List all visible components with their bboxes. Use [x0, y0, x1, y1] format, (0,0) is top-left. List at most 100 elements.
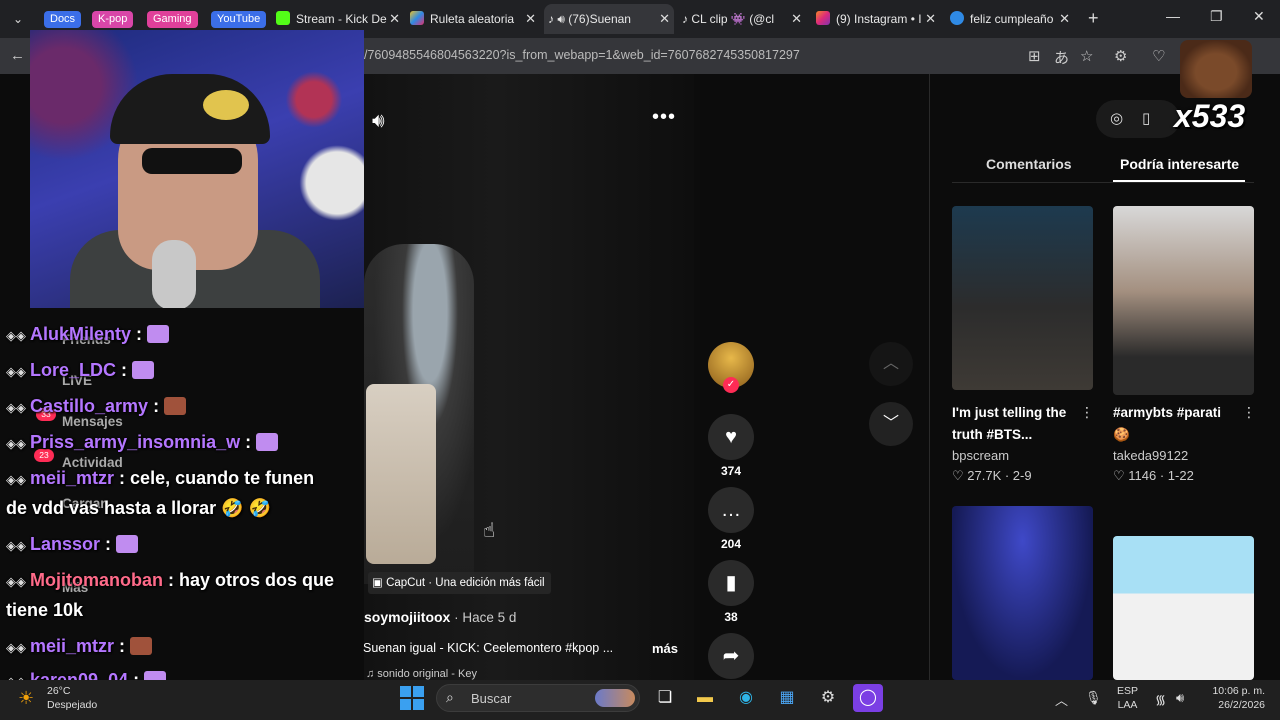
- like-heart-icon[interactable]: ♥: [708, 414, 754, 460]
- autoscroll-icon[interactable]: ◎: [1110, 109, 1123, 127]
- tab-group-docs[interactable]: Docs: [44, 11, 82, 28]
- chat-username[interactable]: Mojitomanoban: [30, 570, 163, 590]
- comment-icon[interactable]: …: [708, 487, 754, 533]
- url-field[interactable]: /7609485546804563220?is_from_webapp=1&we…: [364, 48, 800, 62]
- tab-actions-menu[interactable]: ⌄: [6, 8, 30, 30]
- weather-condition: Despejado: [47, 699, 98, 711]
- tabs-divider: [952, 182, 1254, 183]
- speaker-icon[interactable]: 🔊︎: [557, 12, 565, 26]
- chat-text: de vdd vas hasta a llorar 🤣 🤣: [6, 498, 271, 518]
- caption-more-link[interactable]: más: [652, 641, 678, 656]
- share-icon[interactable]: ➦: [708, 633, 754, 679]
- collections-icon[interactable]: ♡: [1152, 47, 1165, 65]
- close-icon[interactable]: ✕: [659, 4, 670, 34]
- obs-app-icon[interactable]: ◯: [853, 684, 883, 712]
- tab-related[interactable]: Podría interesarte: [1120, 156, 1239, 172]
- phone-icon[interactable]: ▯: [1142, 109, 1150, 127]
- store-icon[interactable]: ▦: [772, 684, 802, 712]
- related-video-thumbnail[interactable]: [1113, 536, 1254, 680]
- more-options-icon[interactable]: •••: [652, 106, 676, 129]
- volume-icon[interactable]: 🔊︎: [372, 110, 385, 133]
- like-count: 374: [720, 464, 742, 478]
- related-video-title[interactable]: I'm just telling the truth #BTS...: [952, 402, 1077, 446]
- related-video-title[interactable]: #armybts #parati 🍪: [1113, 402, 1238, 446]
- bookmark-icon[interactable]: ▮: [708, 560, 754, 606]
- chat-username[interactable]: Lanssor: [30, 534, 100, 554]
- chat-message: ◈◈ AlukMilenty :: [6, 324, 170, 345]
- close-icon[interactable]: ✕: [791, 4, 802, 34]
- next-video-chevron-down-icon[interactable]: ﹀: [869, 402, 913, 446]
- settings-gear-icon[interactable]: ⚙: [813, 684, 843, 712]
- tab-cl-clip[interactable]: ♪ CL clip 👾 (@cl ✕: [682, 4, 806, 34]
- follow-check-icon[interactable]: ✓: [723, 377, 739, 393]
- previous-video-chevron-up-icon[interactable]: ︿: [869, 342, 913, 386]
- capcut-label[interactable]: ▣ CapCut · Una edición más fácil: [368, 572, 551, 594]
- chat-message: ◈◈ Priss_army_insomnia_w :: [6, 432, 279, 453]
- speaker-volume-icon[interactable]: 🔊︎: [1176, 690, 1184, 706]
- chat-message: ◈◈ Mojitomanoban : hay otros dos que: [6, 570, 334, 591]
- chat-username[interactable]: AlukMilenty: [30, 324, 131, 344]
- related-video-user[interactable]: bpscream: [952, 448, 1009, 463]
- related-video-thumbnail[interactable]: [952, 506, 1093, 680]
- chat-username[interactable]: Priss_army_insomnia_w: [30, 432, 240, 452]
- chat-text: :: [131, 324, 148, 344]
- chat-message: de vdd vas hasta a llorar 🤣 🤣: [6, 498, 271, 519]
- author-name: soymojiitoox: [364, 609, 451, 625]
- tab-instagram[interactable]: (9) Instagram • I ✕: [816, 4, 940, 34]
- chat-text: :: [116, 360, 133, 380]
- chat-username[interactable]: meii_mtzr: [30, 468, 114, 488]
- tab-comments[interactable]: Comentarios: [986, 156, 1072, 172]
- chat-badge-icon: ◈◈: [6, 472, 26, 487]
- input-language[interactable]: ESP LAA: [1117, 684, 1138, 712]
- chat-badge-icon: ◈◈: [6, 574, 26, 589]
- weather-widget[interactable]: 26°C Despejado: [47, 684, 97, 712]
- chat-message: ◈◈ Lanssor :: [6, 534, 139, 555]
- sound-label[interactable]: ♫ sonido original - Key: [366, 668, 477, 680]
- close-icon[interactable]: ✕: [925, 4, 936, 34]
- tab-group-gaming[interactable]: Gaming: [147, 11, 198, 28]
- kick-icon: [276, 11, 290, 25]
- chat-text: :: [114, 636, 131, 656]
- tray-chevron-up-icon[interactable]: ︿: [1055, 690, 1068, 709]
- search-icon: ⌕: [446, 689, 454, 705]
- related-video-thumbnail[interactable]: [1113, 206, 1254, 395]
- back-icon[interactable]: ←: [10, 47, 25, 64]
- wifi-icon[interactable]: ᯾: [1155, 690, 1166, 708]
- related-video-stats: ♡ 27.7K · 2-9: [952, 468, 1032, 483]
- weather-sun-icon[interactable]: ☀: [18, 688, 34, 709]
- tab-ruleta[interactable]: Ruleta aleatoria ✕: [410, 4, 540, 34]
- video-author[interactable]: soymojiitoox · Hace 5 d: [364, 609, 516, 625]
- minimize-icon[interactable]: —: [1166, 8, 1180, 24]
- card-more-icon[interactable]: ⋮: [1242, 404, 1256, 421]
- card-more-icon[interactable]: ⋮: [1080, 404, 1094, 421]
- tab-group-kpop[interactable]: K-pop: [92, 11, 134, 28]
- system-clock[interactable]: 10:06 p. m. 26/2/2026: [1205, 684, 1265, 712]
- chat-username[interactable]: Lore_LDC: [30, 360, 116, 380]
- tab-feliz-cumpleanos[interactable]: feliz cumpleaño ✕: [950, 4, 1074, 34]
- favorite-star-icon[interactable]: ☆: [1080, 47, 1093, 65]
- close-icon[interactable]: ✕: [525, 4, 536, 34]
- extensions-icon[interactable]: ⚙: [1114, 47, 1127, 65]
- microphone-icon[interactable]: 🎙︎: [1085, 690, 1102, 706]
- restore-icon[interactable]: ❐: [1210, 8, 1223, 25]
- close-icon[interactable]: ✕: [389, 4, 400, 34]
- file-explorer-icon[interactable]: ▬: [690, 684, 720, 712]
- close-icon[interactable]: ✕: [1059, 4, 1070, 34]
- microphone: [152, 240, 196, 308]
- chat-badge-icon: ◈◈: [6, 400, 26, 415]
- translate-icon[interactable]: あ: [1054, 47, 1069, 68]
- task-view-icon[interactable]: ❏: [650, 684, 680, 712]
- chat-username[interactable]: Castillo_army: [30, 396, 148, 416]
- tab-group-youtube[interactable]: YouTube: [211, 11, 267, 28]
- related-video-user[interactable]: takeda99122: [1113, 448, 1188, 463]
- close-window-icon[interactable]: ✕: [1253, 8, 1265, 25]
- chat-username[interactable]: meii_mtzr: [30, 636, 114, 656]
- related-video-thumbnail[interactable]: [952, 206, 1093, 390]
- new-tab-icon[interactable]: +: [1088, 8, 1099, 29]
- start-windows-icon[interactable]: [400, 686, 424, 710]
- app-install-icon[interactable]: ⊞: [1028, 47, 1041, 65]
- edge-taskbar-icon[interactable]: ◉: [731, 684, 761, 712]
- cap-logo: [203, 90, 249, 120]
- taskbar-search[interactable]: ⌕ Buscar: [436, 684, 640, 712]
- tab-tiktok-active[interactable]: ♪ 🔊︎ (76)Suenan ✕: [544, 4, 674, 34]
